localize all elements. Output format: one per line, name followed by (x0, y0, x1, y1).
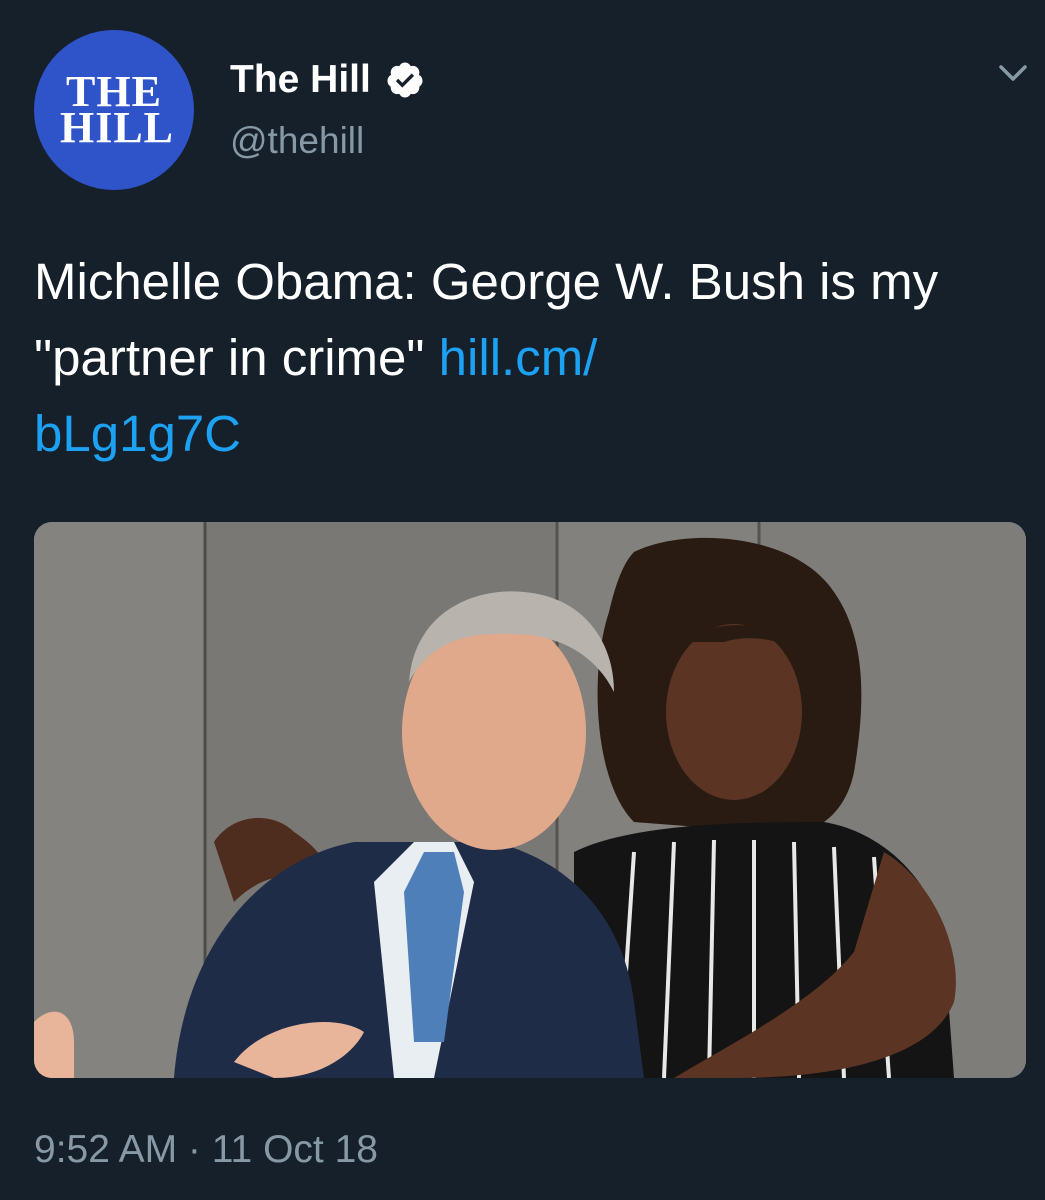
avatar-text-line2: HILL (59, 103, 175, 152)
chevron-down-icon[interactable] (996, 60, 1030, 86)
tweet-card: THE HILL The Hill @thehill Michelle Obam… (0, 0, 1045, 1200)
photo-illustration (34, 522, 1026, 1078)
display-name[interactable]: The Hill (230, 56, 371, 104)
author-name-row[interactable]: The Hill (230, 56, 425, 104)
tweet-timestamp[interactable]: 9:52 AM · 11 Oct 18 (34, 1126, 378, 1174)
author-handle[interactable]: @thehill (230, 118, 364, 164)
tweet-text: Michelle Obama: George W. Bush is my "pa… (34, 244, 1014, 472)
tweet-link-part2: bLg1g7C (34, 405, 242, 462)
verified-badge-icon (387, 62, 423, 98)
tweet-link-part1: hill.cm/ (438, 329, 598, 386)
avatar[interactable]: THE HILL (34, 30, 194, 190)
tweet-photo[interactable] (34, 522, 1026, 1078)
